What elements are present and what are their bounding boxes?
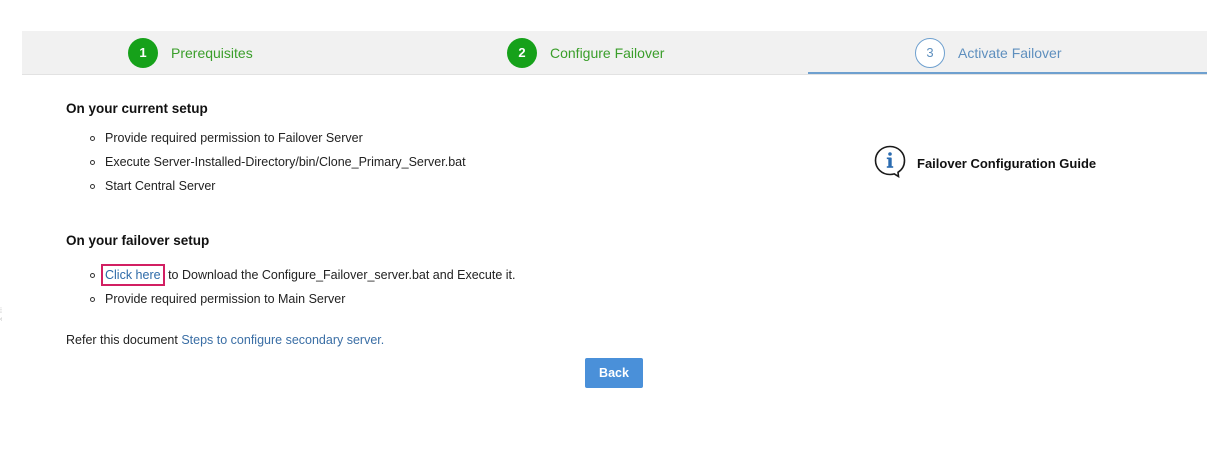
step-3-label: Activate Failover <box>958 44 1062 61</box>
step-1-label: Prerequisites <box>171 44 253 61</box>
wizard-stepper: 1 Prerequisites 2 Configure Failover 3 A… <box>22 31 1207 75</box>
failover-guide-link[interactable]: Failover Configuration Guide <box>873 144 1096 183</box>
download-link[interactable]: Click here <box>101 264 165 286</box>
active-step-indicator <box>808 72 1207 74</box>
refer-text: Refer this document <box>66 333 178 347</box>
step-prerequisites[interactable]: 1 Prerequisites <box>128 31 253 74</box>
step-2-label: Configure Failover <box>550 44 665 61</box>
list-item: Provide required permission to Failover … <box>66 126 766 150</box>
list-item: Execute Server-Installed-Directory/bin/C… <box>66 150 766 174</box>
secondary-server-doc-link[interactable]: Steps to configure secondary server. <box>181 333 384 347</box>
window-edge-marks: ⁞ ‹ <box>0 308 3 323</box>
list-item: Start Central Server <box>66 174 766 198</box>
list-item: Click here to Download the Configure_Fai… <box>66 263 766 287</box>
instructions-panel: On your current setup Provide required p… <box>66 100 766 347</box>
failover-setup-title: On your failover setup <box>66 233 210 248</box>
guide-label: Failover Configuration Guide <box>917 156 1097 171</box>
list-item: Provide required permission to Main Serv… <box>66 287 766 311</box>
info-speech-icon <box>873 144 907 183</box>
failover-setup-list: Click here to Download the Configure_Fai… <box>66 263 766 311</box>
step-activate-failover[interactable]: 3 Activate Failover <box>915 31 1061 74</box>
download-link-suffix: to Download the Configure_Failover_serve… <box>168 268 516 282</box>
step-2-badge: 2 <box>507 37 537 68</box>
step-1-badge: 1 <box>128 37 158 68</box>
step-configure-failover[interactable]: 2 Configure Failover <box>507 31 664 74</box>
step-3-badge: 3 <box>915 37 945 68</box>
refer-line: Refer this document Steps to configure s… <box>66 333 766 347</box>
back-button[interactable]: Back <box>585 358 643 388</box>
current-setup-list: Provide required permission to Failover … <box>66 126 766 198</box>
current-setup-title: On your current setup <box>66 101 208 116</box>
